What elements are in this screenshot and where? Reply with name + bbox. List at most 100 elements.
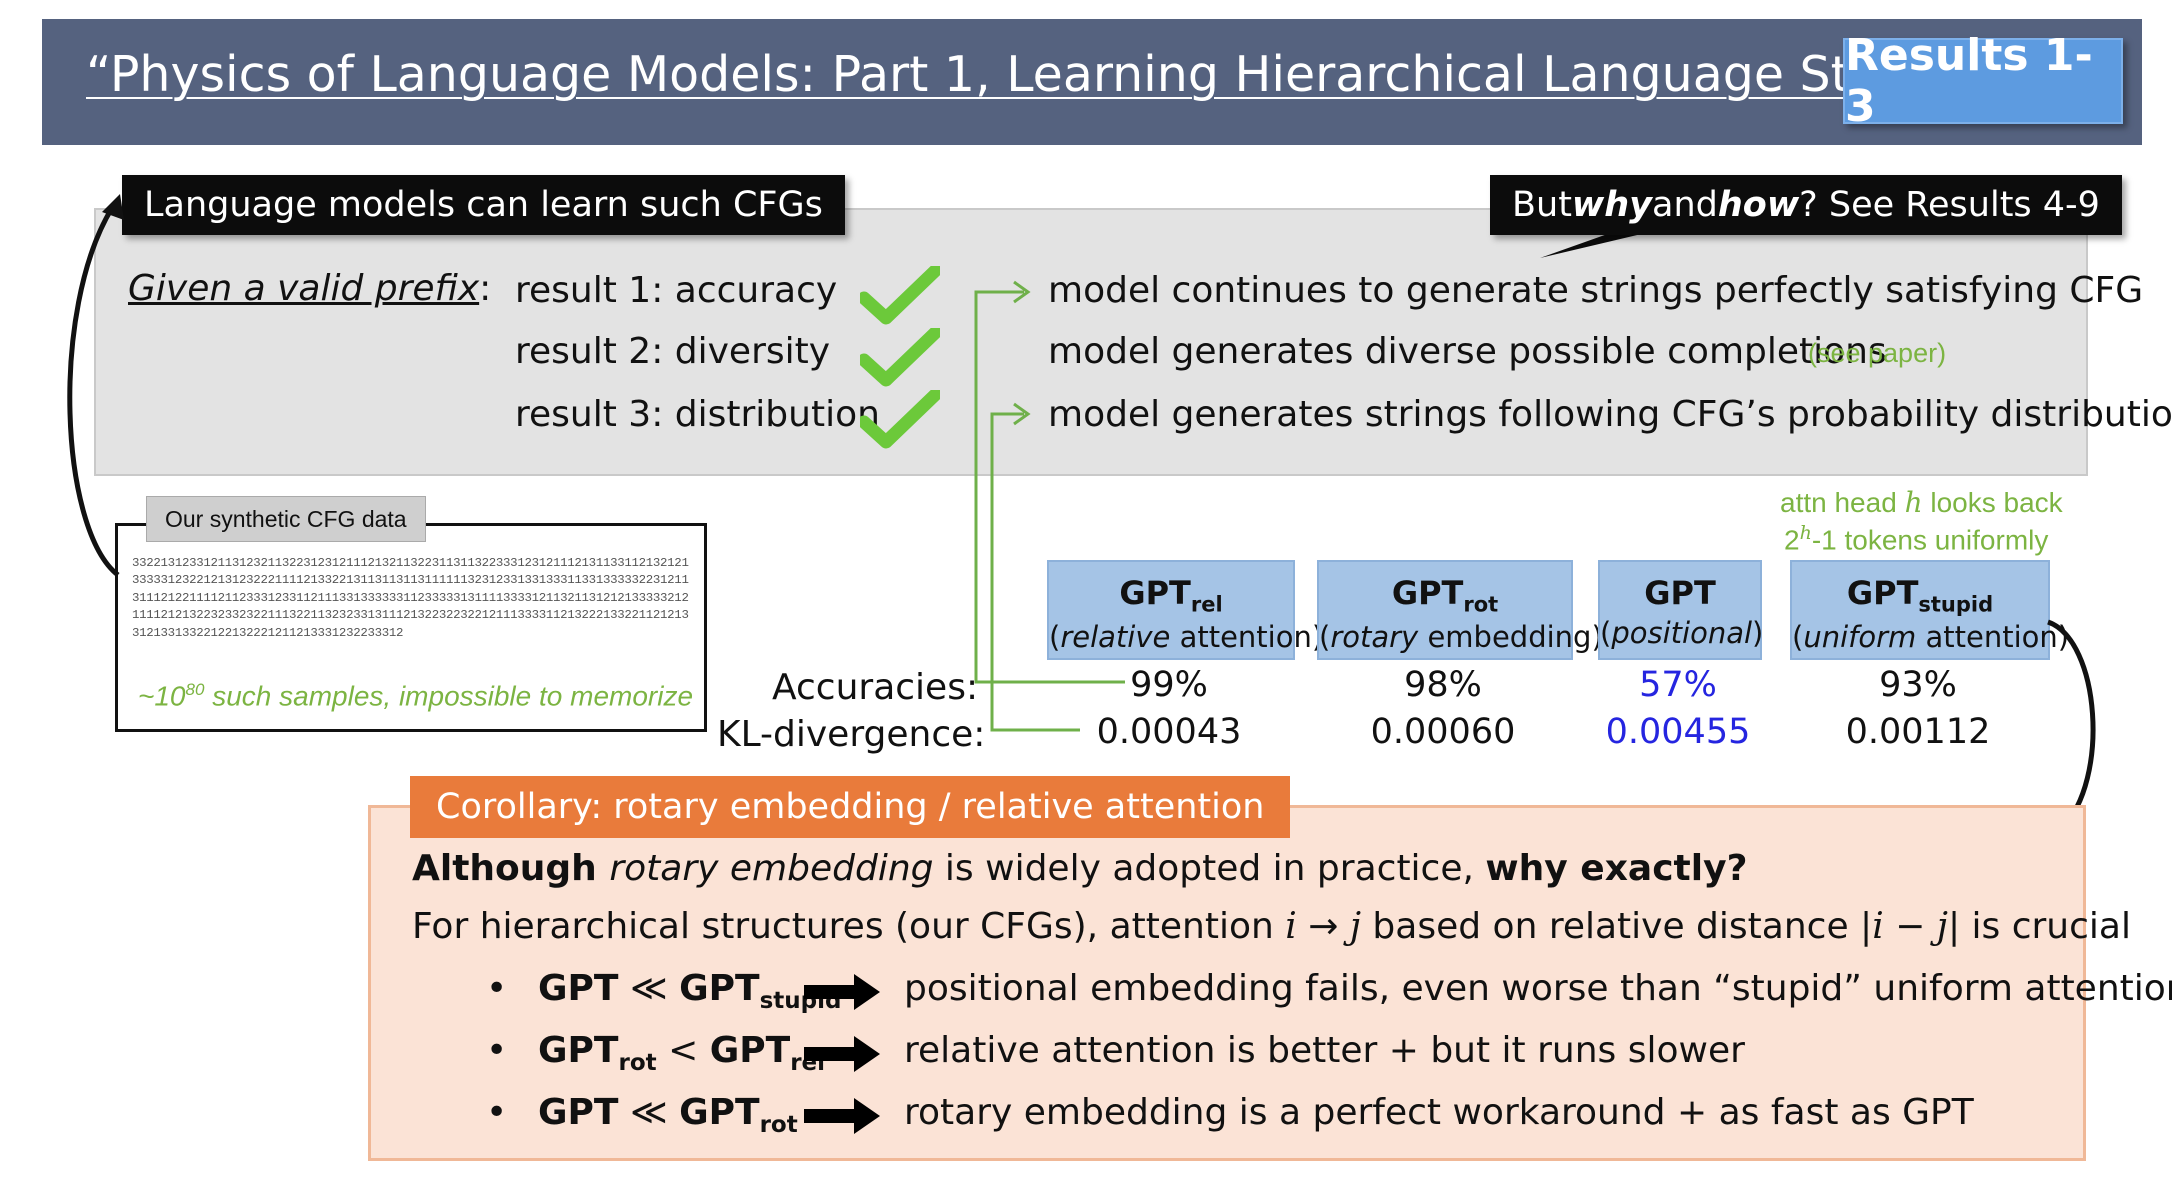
model-name: GPTrot: [1319, 574, 1571, 616]
fat-right-arrow-icon: [804, 1036, 880, 1072]
results-badge: Results 1-3: [1843, 30, 2123, 132]
cor-l2-b: based on relative distance |: [1360, 906, 1873, 947]
kl-gpt-stupid: 0.00112: [1845, 712, 1991, 752]
fat-right-arrow-icon: [804, 974, 880, 1010]
model-box-gpt-stupid: GPTstupid (uniform attention): [1790, 560, 2070, 660]
model-desc-rest: embedding: [1418, 620, 1592, 655]
cor-l2-j: j: [1349, 906, 1361, 947]
cmp-right: GPT: [709, 1030, 791, 1071]
cor-l2-a: For hierarchical structures (our CFGs), …: [412, 906, 1286, 947]
bullet-dot: •: [486, 1092, 508, 1133]
model-desc: (positional): [1600, 616, 1764, 650]
acc-gpt-rot: 98%: [1404, 665, 1482, 705]
model-desc-italic: relative: [1060, 620, 1171, 655]
kl-gpt: 0.00455: [1605, 712, 1751, 752]
model-name-sub: rot: [1463, 592, 1499, 617]
cor-l1-a: Although: [412, 848, 610, 889]
how-word: how: [1717, 185, 1800, 225]
result-3-label: result 3: distribution: [515, 394, 880, 435]
model-desc-italic: uniform: [1803, 620, 1917, 655]
why-how-label: But why and how? See Results 4-9: [1490, 175, 2122, 235]
attn-note-rest: -1 tokens uniformly: [1811, 524, 2049, 556]
cor-l1-d: why exactly?: [1485, 848, 1748, 889]
model-desc-rest: attention: [1916, 620, 2058, 655]
lm-learn-label: Language models can learn such CFGs: [122, 175, 845, 235]
attn-note-var: h: [1904, 486, 1923, 519]
attn-note-line2: 2h-1 tokens uniformly: [1784, 522, 2048, 556]
bullet-3-compare: GPT ≪ GPTrot: [538, 1092, 798, 1138]
model-desc: (rotary embedding): [1319, 620, 1603, 655]
bullet-2-text: relative attention is better + but it ru…: [904, 1030, 1745, 1071]
cfg-note-suffix: such samples, impossible to memorize: [204, 680, 694, 712]
bullet-2-compare: GPTrot < GPTrel: [538, 1030, 825, 1076]
bullet-1-text: positional embedding fails, even worse t…: [904, 968, 2172, 1009]
cor-l2-j2: j: [1936, 906, 1948, 947]
bullet-dot: •: [486, 968, 508, 1009]
cor-l2-arrow: →: [1296, 906, 1350, 947]
cmp-right-sub: rot: [759, 1112, 798, 1139]
kl-gpt-rot: 0.00060: [1370, 712, 1516, 752]
cmp-left-sub: rot: [618, 1050, 657, 1077]
model-name: GPT: [1600, 574, 1760, 612]
model-box-gpt: GPT (positional): [1598, 560, 1764, 660]
model-desc-rest: attention: [1170, 620, 1312, 655]
cfg-note-exp: 80: [185, 680, 205, 699]
cmp-op: ≪: [618, 968, 680, 1009]
model-desc-italic: positional: [1611, 616, 1753, 650]
model-name-main: GPT: [1846, 574, 1919, 612]
why-suffix: ? See Results 4-9: [1799, 185, 2100, 225]
row-label-accuracy: Accuracies:: [772, 667, 979, 708]
model-desc: (relative attention): [1049, 620, 1323, 655]
checkmark-icon: [860, 390, 940, 449]
bullet-dot: •: [486, 1030, 508, 1071]
corollary-statement: For hierarchical structures (our CFGs), …: [412, 906, 2131, 947]
model-name-main: GPT: [1119, 574, 1191, 612]
attn-note-b: looks back: [1922, 487, 2063, 518]
cor-l2-i2: i: [1872, 906, 1884, 947]
cmp-left: GPT: [538, 1030, 619, 1071]
cfg-data-label: Our synthetic CFG data: [146, 496, 426, 542]
attn-note-line1: attn head h looks back: [1780, 486, 2063, 519]
page-title: “Physics of Language Models: Part 1, Lea…: [86, 46, 2079, 103]
model-name: GPTrel: [1049, 574, 1293, 616]
cmp-right: GPT: [679, 968, 760, 1009]
why-and: and: [1652, 185, 1718, 225]
row-label-kl: KL-divergence:: [717, 714, 986, 755]
cmp-right: GPT: [679, 1092, 760, 1133]
result-2-label: result 2: diversity: [515, 331, 831, 372]
model-name-sub: rel: [1190, 592, 1223, 617]
checkmark-icon: [860, 328, 940, 387]
model-name-main: GPT: [1391, 574, 1464, 612]
attn-note-a: attn head: [1780, 487, 1905, 518]
attn-note-base: 2: [1784, 524, 1800, 556]
why-prefix: But: [1512, 185, 1572, 225]
bullet-1-compare: GPT ≪ GPTstupid: [538, 968, 841, 1014]
checkmark-icon: [860, 266, 940, 325]
curved-black-arrow-icon: [67, 194, 124, 577]
attn-note-exp: h: [1799, 522, 1812, 544]
corollary-heading: Corollary: rotary embedding / relative a…: [410, 776, 1291, 838]
given-colon: :: [479, 268, 492, 309]
kl-gpt-rel: 0.00043: [1096, 712, 1242, 752]
corollary-question: Although rotary embedding is widely adop…: [412, 848, 1747, 889]
cmp-op: ≪: [618, 1092, 680, 1133]
model-box-gpt-rel: GPTrel (relative attention): [1047, 560, 1323, 660]
cor-l2-i: i: [1285, 906, 1297, 947]
cmp-left: GPT: [538, 1092, 619, 1133]
model-name-main: GPT: [1644, 574, 1716, 612]
cmp-op: <: [656, 1030, 710, 1071]
given-prefix-label: Given a valid prefix:: [128, 268, 491, 309]
cfg-note-prefix: ~10: [138, 680, 186, 712]
cor-l2-minus: −: [1883, 906, 1937, 947]
cfg-samples-note: ~1080 such samples, impossible to memori…: [138, 680, 693, 712]
acc-gpt-stupid: 93%: [1879, 665, 1957, 705]
model-desc: (uniform attention): [1792, 620, 2070, 655]
acc-gpt: 57%: [1639, 665, 1717, 705]
fat-right-arrow-icon: [804, 1098, 880, 1134]
why-word: why: [1571, 185, 1652, 225]
result-1-label: result 1: accuracy: [515, 270, 838, 311]
cor-l2-c: | is crucial: [1947, 906, 2131, 947]
cfg-sample-digits: 3322131233121131232113223123121112132113…: [132, 556, 689, 640]
cmp-left: GPT: [538, 968, 619, 1009]
model-name-sub: stupid: [1918, 592, 1994, 617]
